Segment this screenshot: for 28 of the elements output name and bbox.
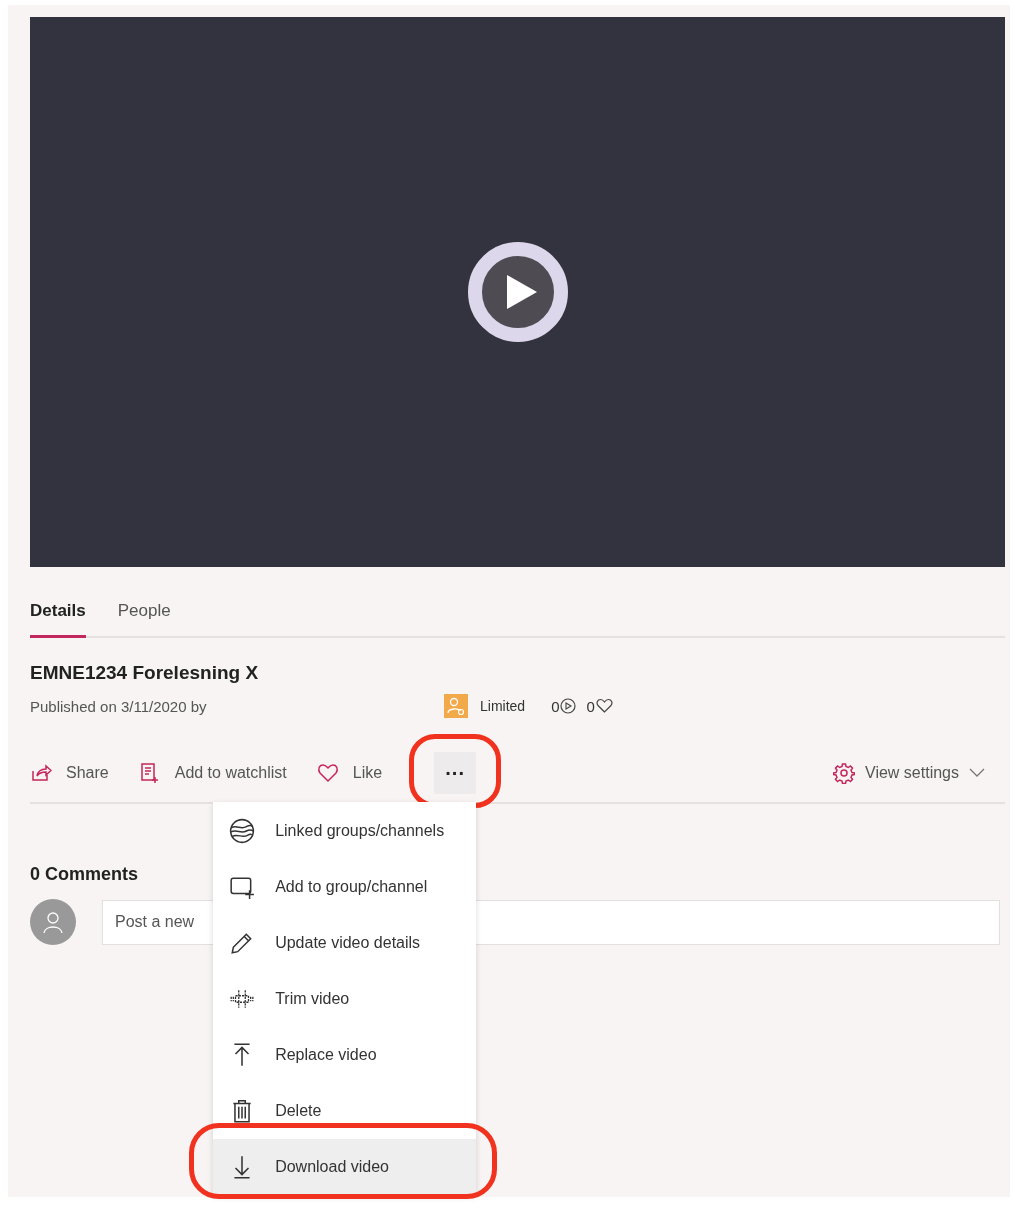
heart-icon	[316, 762, 339, 784]
view-settings-button[interactable]: View settings	[827, 761, 991, 785]
tab[interactable]: People	[117, 595, 171, 638]
action-button[interactable]: Like	[316, 762, 383, 784]
action-button[interactable]: Add to watchlist	[138, 762, 287, 784]
tab[interactable]: Details	[30, 595, 86, 638]
menu-item[interactable]: Download video	[213, 1139, 477, 1195]
play-circle-icon	[560, 698, 577, 714]
watchlist-icon	[138, 762, 161, 784]
menu-item[interactable]: Replace video	[213, 1027, 477, 1083]
menu-item[interactable]: Linked groups/channels	[213, 803, 477, 859]
gear-icon	[833, 762, 855, 784]
published-text: Published on 3/11/2020 by	[30, 697, 208, 715]
like-count: 0	[586, 697, 595, 715]
play-icon	[504, 272, 539, 311]
menu-item[interactable]: Trim video	[213, 971, 477, 1027]
share-icon	[30, 762, 52, 784]
chevron-down-icon	[969, 768, 985, 778]
comments-heading: 0 Comments	[30, 864, 140, 885]
more-button[interactable]: ···	[434, 752, 477, 794]
person-lock-icon	[444, 694, 468, 718]
view-count: 0	[551, 697, 560, 715]
video-title: EMNE1234 Forelesning X	[30, 662, 260, 684]
menu-item[interactable]: Delete	[213, 1083, 477, 1139]
globe-icon	[229, 818, 256, 844]
permission-label: Limited	[480, 698, 526, 714]
action-button[interactable]: Share	[30, 762, 109, 784]
heart-icon	[595, 698, 613, 714]
